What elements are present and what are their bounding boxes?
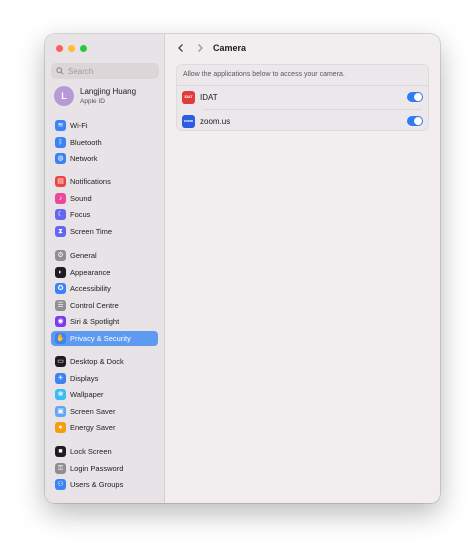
- screen-time-icon: ⧗: [55, 225, 66, 237]
- zoom-camera-toggle[interactable]: [407, 116, 423, 126]
- sidebar-item-label: Appearance: [70, 267, 111, 277]
- account-name: Langjing Huang: [80, 86, 137, 96]
- wallpaper-icon: ❀: [55, 389, 66, 401]
- sidebar-item-label: Network: [70, 154, 98, 164]
- sidebar-item-label: Desktop & Dock: [70, 357, 124, 366]
- sidebar-item-label: Displays: [70, 373, 99, 383]
- avatar: L: [54, 86, 74, 106]
- sidebar-item-label: Screen Saver: [70, 406, 116, 416]
- appearance-icon: ◐: [55, 266, 66, 278]
- sidebar-item-label: Privacy & Security: [70, 334, 131, 343]
- page-title: Camera: [213, 43, 247, 53]
- camera-permissions-panel: Allow the applications below to access y…: [176, 64, 429, 131]
- notifications-icon: ▤: [55, 176, 66, 187]
- toggle-knob: [414, 93, 422, 101]
- panel-description: Allow the applications below to access y…: [183, 71, 345, 78]
- sidebar-item-bluetooth[interactable]: ᛒ Bluetooth: [51, 135, 158, 150]
- general-icon: ⚙: [55, 250, 66, 261]
- sidebar-item-label: Focus: [70, 210, 91, 220]
- energy-saver-icon: ●: [55, 422, 66, 434]
- content-pane: Camera Allow the applications below to a…: [165, 34, 440, 503]
- privacy-hand-icon: ✋: [55, 333, 66, 344]
- users-groups-icon: ⚇: [55, 479, 66, 491]
- sidebar: Search L Langjing Huang Apple ID ≋ Wi-Fi ᛒ…: [45, 34, 165, 503]
- sidebar-item-wallpaper[interactable]: ❀ Wallpaper: [51, 387, 158, 402]
- sidebar-item-notifications[interactable]: ▤ Notifications: [51, 174, 158, 189]
- search-icon: [56, 67, 64, 75]
- sidebar-item-users-groups[interactable]: ⚇ Users & Groups: [51, 477, 158, 492]
- displays-icon: ☀: [55, 372, 66, 384]
- idat-camera-toggle[interactable]: [407, 92, 423, 102]
- sidebar-item-wi-fi[interactable]: ≋ Wi-Fi: [51, 118, 158, 133]
- screen-saver-icon: ▣: [55, 405, 66, 417]
- sidebar-item-focus[interactable]: ☾ Focus: [51, 207, 158, 222]
- sidebar-item-label: Wallpaper: [70, 390, 104, 400]
- control-centre-icon: ☰: [55, 299, 66, 311]
- close-window-button[interactable]: [56, 45, 63, 52]
- account-subtitle: Apple ID: [80, 97, 105, 105]
- sidebar-item-label: Siri & Spotlight: [70, 317, 120, 327]
- minimize-window-button[interactable]: [68, 45, 75, 52]
- sidebar-item-label: Control Centre: [70, 300, 119, 310]
- sidebar-item-label: Energy Saver: [70, 423, 116, 433]
- apple-id-account[interactable]: L Langjing Huang Apple ID: [54, 86, 136, 106]
- sidebar-item-lock-screen[interactable]: ■ Lock Screen: [51, 444, 158, 459]
- sidebar-item-screen-time[interactable]: ⧗ Screen Time: [51, 224, 158, 239]
- sidebar-item-network[interactable]: ◍ Network: [51, 151, 158, 166]
- toggle-knob: [414, 117, 422, 125]
- search-placeholder: Search: [68, 66, 94, 76]
- sidebar-item-privacy-security[interactable]: ✋ Privacy & Security: [51, 331, 158, 346]
- sidebar-item-energy-saver[interactable]: ● Energy Saver: [51, 420, 158, 435]
- sidebar-item-accessibility[interactable]: ✪ Accessibility: [51, 281, 158, 296]
- login-password-icon: ⚿: [55, 462, 66, 474]
- sidebar-item-siri-spotlight[interactable]: ◉ Siri & Spotlight: [51, 314, 158, 329]
- app-row-idat: IDAT IDAT: [182, 89, 425, 105]
- search-input[interactable]: Search: [51, 63, 159, 79]
- network-icon: ◍: [55, 153, 66, 165]
- sidebar-item-control-centre[interactable]: ☰ Control Centre: [51, 298, 158, 313]
- sidebar-item-general[interactable]: ⚙ General: [51, 248, 158, 263]
- app-name: zoom.us: [200, 116, 231, 126]
- sidebar-item-displays[interactable]: ☀ Displays: [51, 371, 158, 386]
- sidebar-item-label: Users & Groups: [70, 480, 124, 490]
- divider: [203, 109, 422, 110]
- sidebar-item-label: Sound: [70, 193, 92, 203]
- sidebar-item-desktop-dock[interactable]: ▭ Desktop & Dock: [51, 354, 158, 369]
- sidebar-item-label: General: [70, 251, 97, 260]
- sound-icon: ♪: [55, 192, 66, 204]
- traffic-lights: [56, 45, 87, 52]
- settings-window: Search L Langjing Huang Apple ID ≋ Wi-Fi ᛒ…: [45, 34, 440, 503]
- sidebar-item-label: Lock Screen: [70, 447, 112, 456]
- sidebar-item-label: Screen Time: [70, 226, 113, 236]
- idat-app-icon: IDAT: [182, 90, 195, 104]
- sidebar-item-label: Notifications: [70, 177, 111, 186]
- sidebar-item-appearance[interactable]: ◐ Appearance: [51, 265, 158, 280]
- desktop-dock-icon: ▭: [55, 356, 66, 367]
- zoom-app-icon: zoom: [182, 114, 195, 128]
- wifi-icon: ≋: [55, 120, 66, 131]
- toolbar: Camera: [165, 34, 440, 62]
- sidebar-item-label: Bluetooth: [70, 137, 102, 147]
- sidebar-item-label: Wi-Fi: [70, 121, 88, 130]
- lock-screen-icon: ■: [55, 446, 66, 457]
- divider: [177, 85, 428, 86]
- back-chevron-icon[interactable]: [176, 43, 186, 53]
- accessibility-icon: ✪: [55, 283, 66, 295]
- sidebar-item-screen-saver[interactable]: ▣ Screen Saver: [51, 404, 158, 419]
- forward-chevron-icon[interactable]: [195, 43, 205, 53]
- sidebar-item-login-password[interactable]: ⚿ Login Password: [51, 461, 158, 476]
- app-name: IDAT: [200, 92, 218, 102]
- bluetooth-icon: ᛒ: [55, 136, 66, 148]
- siri-icon: ◉: [55, 316, 66, 328]
- focus-icon: ☾: [55, 209, 66, 221]
- sidebar-item-label: Login Password: [70, 463, 124, 473]
- sidebar-item-label: Accessibility: [70, 284, 111, 294]
- app-row-zoom: zoom zoom.us: [182, 113, 425, 129]
- sidebar-item-sound[interactable]: ♪ Sound: [51, 191, 158, 206]
- zoom-window-button[interactable]: [80, 45, 87, 52]
